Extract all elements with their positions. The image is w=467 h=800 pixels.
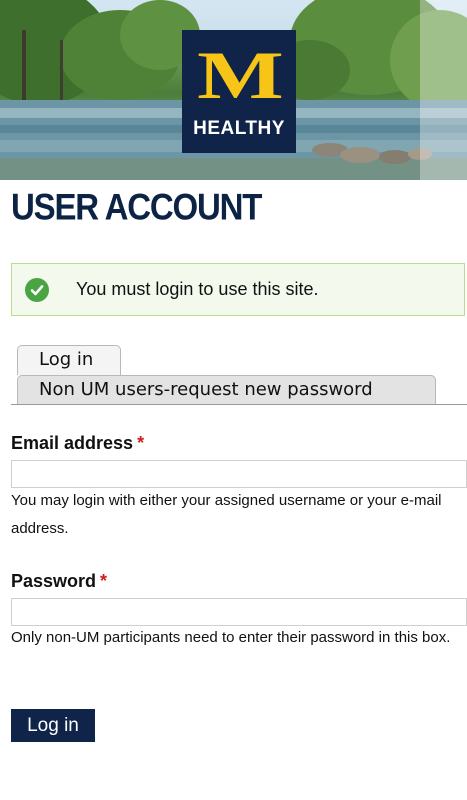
email-label: Email address *	[11, 433, 144, 454]
tab-request-new-password[interactable]: Non UM users-request new password	[17, 375, 436, 405]
required-marker: *	[137, 433, 145, 453]
email-help-text: You may login with either your assigned …	[11, 492, 442, 537]
tabs-divider	[11, 404, 467, 405]
page-title: USER ACCOUNT	[11, 186, 262, 228]
email-field[interactable]	[11, 460, 467, 488]
log-in-button[interactable]: Log in	[11, 709, 95, 742]
password-help-text: Only non-UM participants need to enter t…	[11, 629, 451, 646]
password-label-text: Password	[11, 571, 97, 591]
tab-log-in[interactable]: Log in	[17, 345, 121, 375]
status-message: You must login to use this site.	[11, 263, 465, 316]
m-healthy-logo[interactable]: M HEALTHY	[182, 30, 296, 153]
checkmark-icon	[25, 277, 49, 302]
password-field[interactable]	[11, 598, 467, 626]
required-marker: *	[100, 571, 108, 591]
account-tabs: Log in Non UM users-request new password	[0, 345, 467, 405]
email-label-text: Email address	[11, 433, 134, 453]
logo-subtitle: HEALTHY	[193, 118, 285, 139]
logo-letter: M	[197, 37, 284, 113]
password-label: Password *	[11, 571, 107, 592]
status-text: You must login to use this site.	[76, 279, 319, 299]
header-banner: M HEALTHY	[0, 0, 467, 180]
